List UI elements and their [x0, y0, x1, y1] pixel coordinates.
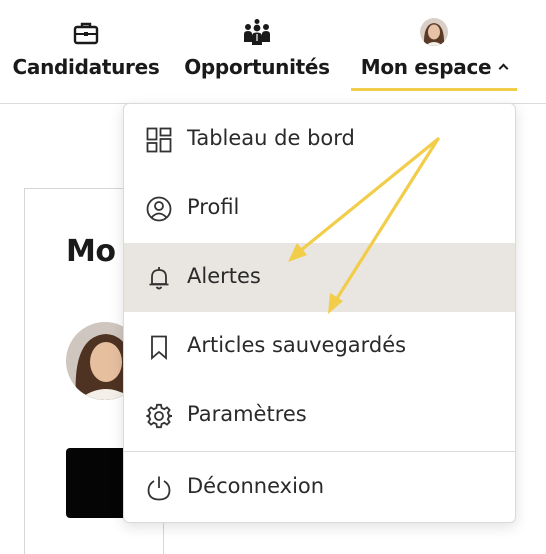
menu-item-label: Alertes [187, 264, 261, 288]
user-circle-icon [146, 196, 172, 222]
nav-label: Opportunités [184, 55, 330, 79]
nav-candidatures[interactable]: Candidatures [8, 0, 164, 104]
menu-item-tableau-de-bord[interactable]: Tableau de bord [124, 105, 515, 174]
menu-item-label: Déconnexion [187, 474, 325, 498]
avatar [420, 18, 448, 46]
nav-mon-espace-text: Mon espace [360, 55, 492, 79]
menu-item-label: Articles sauvegardés [187, 333, 407, 357]
briefcase-icon [72, 20, 100, 50]
nav-label: Candidatures [12, 55, 160, 79]
dashboard-grid-icon [146, 127, 172, 153]
top-navigation: Candidatures Opportunités Mon espace [0, 0, 546, 104]
nav-label: Mon espace [351, 55, 517, 79]
nav-mon-espace[interactable]: Mon espace [351, 0, 517, 104]
power-icon [146, 475, 172, 501]
menu-item-parametres[interactable]: Paramètres [124, 381, 515, 450]
people-group-icon [242, 18, 272, 50]
menu-item-label: Tableau de bord [187, 126, 355, 150]
bookmark-icon [146, 334, 172, 360]
menu-item-profil[interactable]: Profil [124, 174, 515, 243]
page-title: Mo [66, 234, 116, 269]
gear-icon [146, 403, 173, 429]
menu-item-label: Profil [187, 195, 240, 219]
nav-opportunites[interactable]: Opportunités [180, 0, 334, 104]
menu-divider [124, 451, 515, 452]
mon-espace-dropdown: Tableau de bord Profil Alertes Articles … [123, 103, 516, 523]
menu-item-articles-sauvegardes[interactable]: Articles sauvegardés [124, 312, 515, 381]
menu-item-label: Paramètres [187, 402, 307, 426]
active-underline [351, 88, 517, 91]
bell-icon [146, 265, 172, 291]
menu-item-deconnexion[interactable]: Déconnexion [124, 453, 515, 522]
chevron-up-icon [498, 63, 509, 74]
menu-item-alertes[interactable]: Alertes [124, 243, 515, 312]
